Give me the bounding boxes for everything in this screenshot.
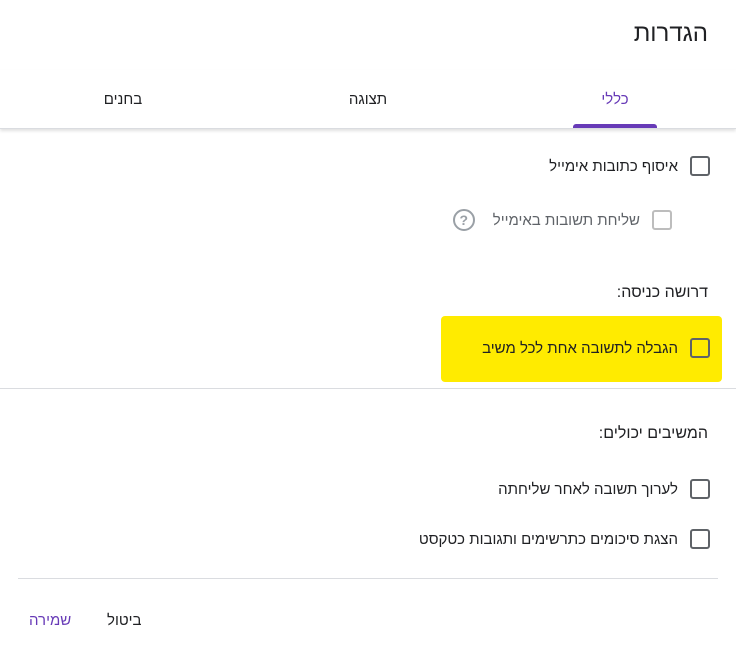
dialog-title: הגדרות xyxy=(633,20,708,47)
see-summary-checkbox[interactable] xyxy=(690,529,710,549)
tab-bar: כללי תצוגה בחנים xyxy=(0,70,736,129)
tab-general[interactable]: כללי xyxy=(573,70,657,128)
edit-after-submit-checkbox[interactable] xyxy=(690,479,710,499)
limit-one-response-label: הגבלה לתשובה אחת לכל משיב xyxy=(482,339,678,357)
limit-one-response-row: הגבלה לתשובה אחת לכל משיב xyxy=(482,338,710,358)
active-tab-indicator xyxy=(573,124,657,128)
collect-email-row: איסוף כתובות אימייל xyxy=(549,156,710,176)
settings-dialog: הגדרות כללי תצוגה בחנים איסוף כתובות אימ… xyxy=(0,0,736,658)
save-button[interactable]: שמירה xyxy=(29,612,71,629)
collect-email-label: איסוף כתובות אימייל xyxy=(549,157,678,175)
tab-presentation[interactable]: תצוגה xyxy=(320,70,416,128)
cancel-button[interactable]: ביטול xyxy=(107,612,142,629)
send-responses-row: שליחת תשובות באימייל ? xyxy=(452,209,672,231)
collect-email-checkbox[interactable] xyxy=(690,156,710,176)
help-circle-icon[interactable]: ? xyxy=(452,209,475,231)
edit-after-submit-label: לערוך תשובה לאחר שליחתה xyxy=(498,480,678,498)
tab-general-label: כללי xyxy=(601,90,629,108)
limit-one-response-checkbox[interactable] xyxy=(690,338,710,358)
respondents-can-heading: המשיבים יכולים: xyxy=(598,425,708,442)
section-divider xyxy=(0,388,736,389)
requires-login-heading: דרושה כניסה: xyxy=(616,284,708,301)
send-responses-checkbox[interactable] xyxy=(652,210,672,230)
see-summary-label: הצגת סיכומים כתרשימים ותגובות כטקסט xyxy=(418,530,678,548)
send-responses-label: שליחת תשובות באימייל xyxy=(492,211,640,229)
edit-after-submit-row: לערוך תשובה לאחר שליחתה xyxy=(498,479,710,499)
tab-quizzes[interactable]: בחנים xyxy=(80,70,166,128)
tab-quizzes-label: בחנים xyxy=(103,90,143,108)
see-summary-row: הצגת סיכומים כתרשימים ותגובות כטקסט xyxy=(419,529,710,549)
tab-presentation-label: תצוגה xyxy=(348,90,388,108)
footer-divider xyxy=(18,578,718,579)
